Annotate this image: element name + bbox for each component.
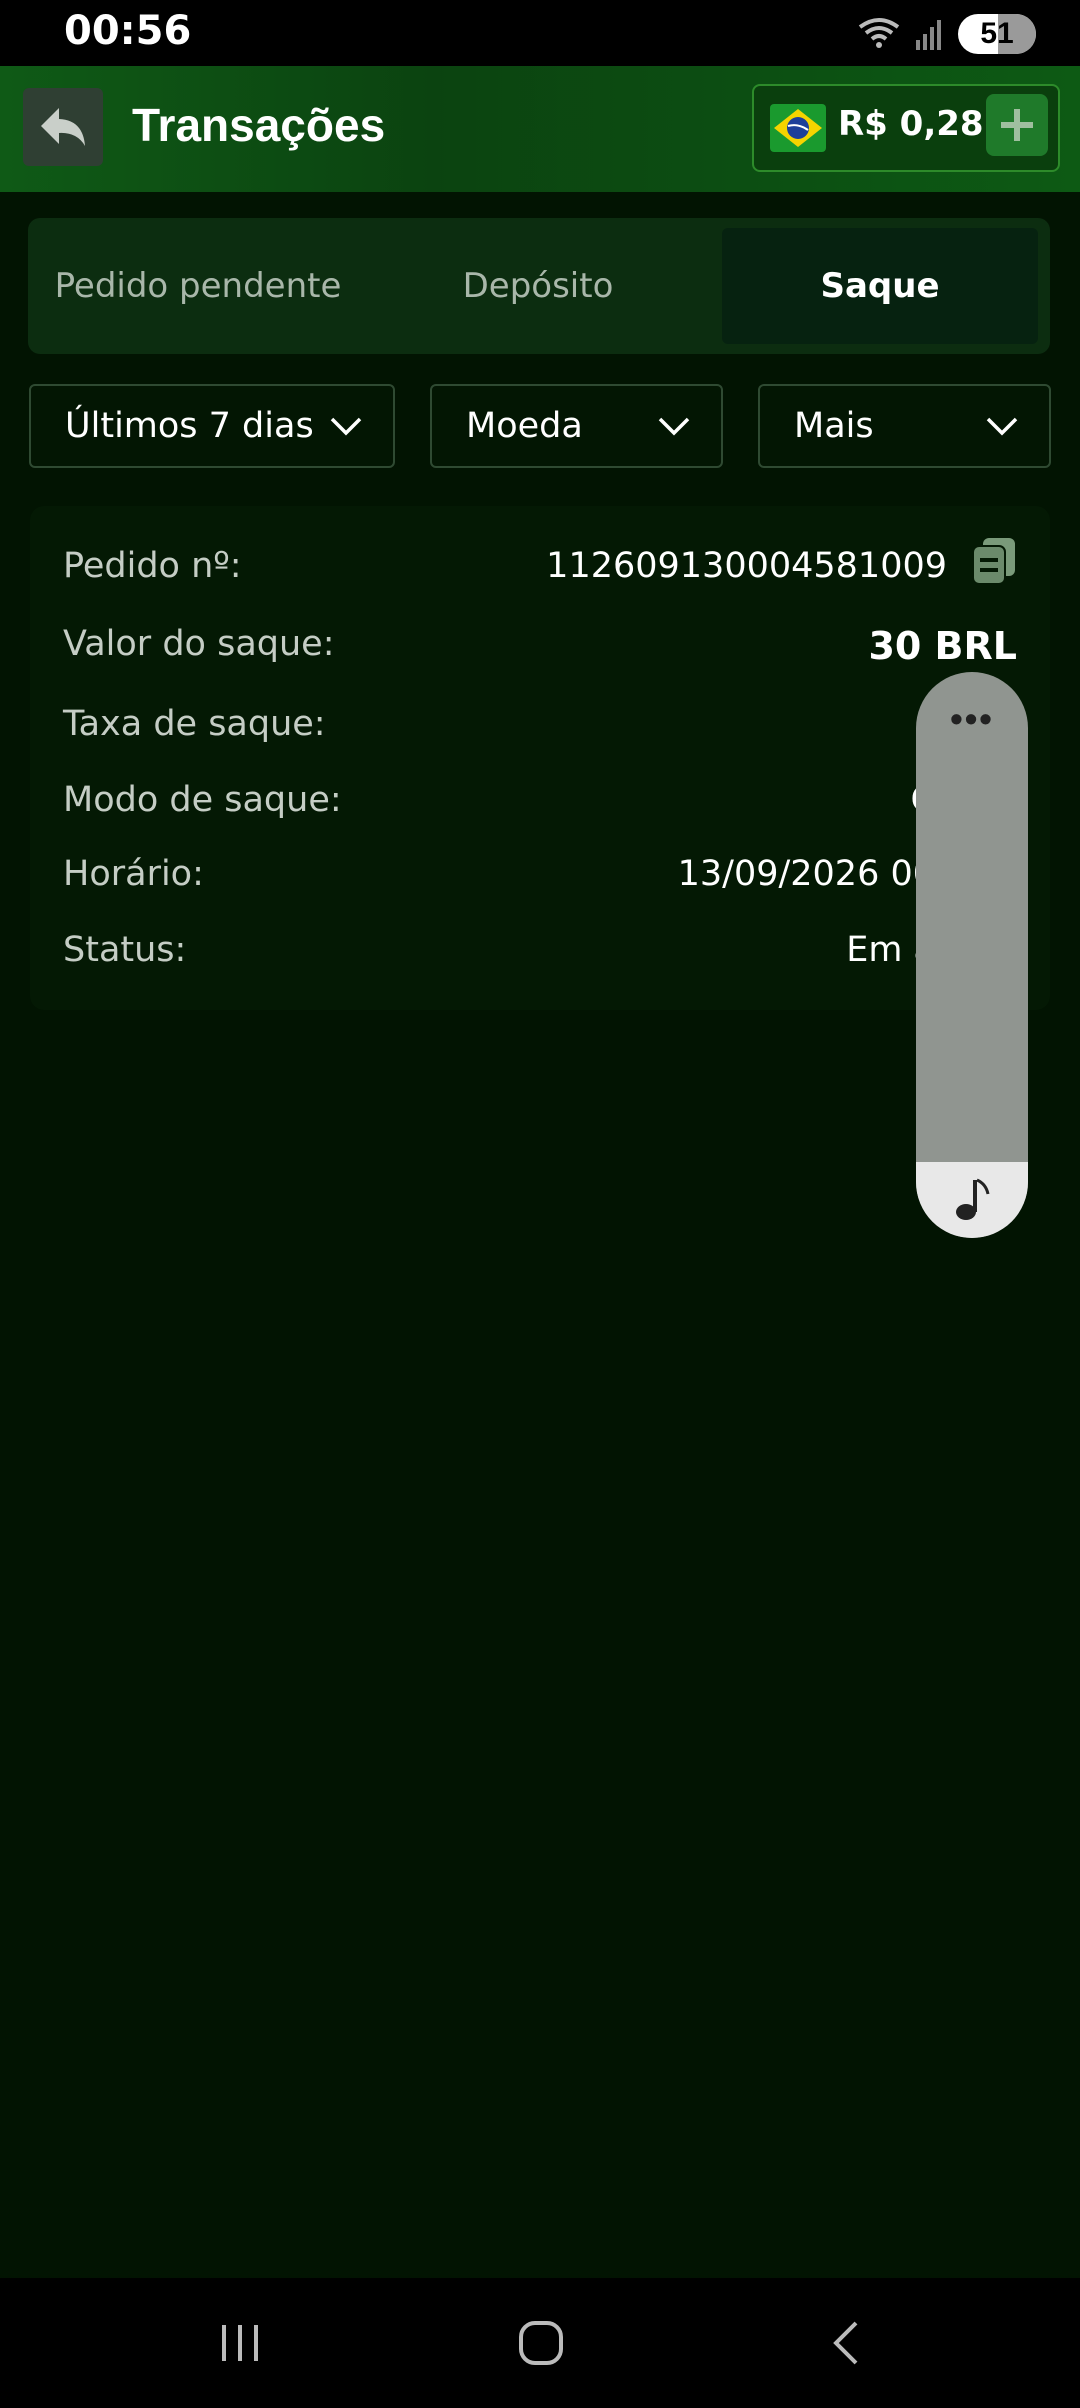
signal-icon <box>916 20 941 50</box>
period-filter[interactable]: Últimos 7 dias <box>29 384 395 468</box>
balance-amount: R$ 0,28 <box>838 104 984 144</box>
wallet-balance: R$ 0,28 <box>752 84 1060 172</box>
system-nav-bar <box>0 2278 1080 2408</box>
time-label: Horário: <box>63 854 204 894</box>
more-filter-label: Mais <box>794 406 874 446</box>
mode-label: Modo de saque: <box>63 780 342 820</box>
chevron-down-icon <box>986 417 1018 436</box>
status-bar: 00:56 51 <box>0 0 1080 66</box>
add-funds-button[interactable] <box>986 94 1048 156</box>
fee-row: Taxa de saque: <box>63 704 1017 764</box>
recent-apps-icon <box>222 2325 258 2361</box>
order-number-row: Pedido nº: 112609130004581009 <box>63 538 1017 606</box>
plus-icon <box>1001 109 1033 141</box>
floating-widget[interactable]: ••• <box>916 672 1028 1238</box>
back-button[interactable] <box>23 88 103 166</box>
amount-row: Valor do saque: 30 BRL <box>63 624 1017 684</box>
status-time: 00:56 <box>64 8 192 54</box>
time-value: 13/09/2026 00 <box>677 854 935 894</box>
transaction-card: Pedido nº: 112609130004581009 Valor do s… <box>30 506 1050 1010</box>
home-icon <box>519 2321 563 2365</box>
music-note-icon <box>956 1178 990 1220</box>
status-icons: 51 <box>858 14 1036 54</box>
brazil-flag-icon <box>770 104 826 152</box>
currency-filter[interactable]: Moeda <box>430 384 723 468</box>
status-label: Status: <box>63 930 187 970</box>
home-button[interactable] <box>496 2308 586 2378</box>
period-filter-label: Últimos 7 dias <box>65 406 314 446</box>
amount-value: 30 BRL <box>868 624 1017 668</box>
music-button[interactable] <box>916 1162 1028 1238</box>
tab-deposit[interactable]: Depósito <box>368 228 708 344</box>
transaction-tabs: Pedido pendente Depósito Saque <box>28 218 1050 354</box>
mode-row: Modo de saque: C <box>63 780 1017 840</box>
chevron-down-icon <box>658 417 690 436</box>
wifi-icon <box>858 18 900 48</box>
order-number-value: 112609130004581009 <box>546 546 947 586</box>
battery-level: 51 <box>980 17 1014 50</box>
back-chevron-icon <box>833 2321 858 2365</box>
copy-icon[interactable] <box>971 536 1017 586</box>
more-filter[interactable]: Mais <box>758 384 1051 468</box>
page-title: Transações <box>132 99 386 151</box>
amount-label: Valor do saque: <box>63 624 335 664</box>
status-row: Status: Em a <box>63 930 1017 990</box>
more-icon[interactable]: ••• <box>916 698 1028 740</box>
recent-apps-button[interactable] <box>195 2308 285 2378</box>
back-nav-button[interactable] <box>800 2308 890 2378</box>
back-arrow-icon <box>41 108 85 146</box>
tab-pending-order[interactable]: Pedido pendente <box>28 228 368 344</box>
order-number-label: Pedido nº: <box>63 546 242 586</box>
currency-filter-label: Moeda <box>466 406 583 446</box>
fee-label: Taxa de saque: <box>63 704 326 744</box>
tab-withdrawal[interactable]: Saque <box>722 228 1038 344</box>
app-bar: Transações R$ 0,28 <box>0 66 1080 192</box>
battery-indicator: 51 <box>958 14 1036 54</box>
time-row: Horário: 13/09/2026 00 <box>63 854 1017 914</box>
chevron-down-icon <box>330 417 362 436</box>
